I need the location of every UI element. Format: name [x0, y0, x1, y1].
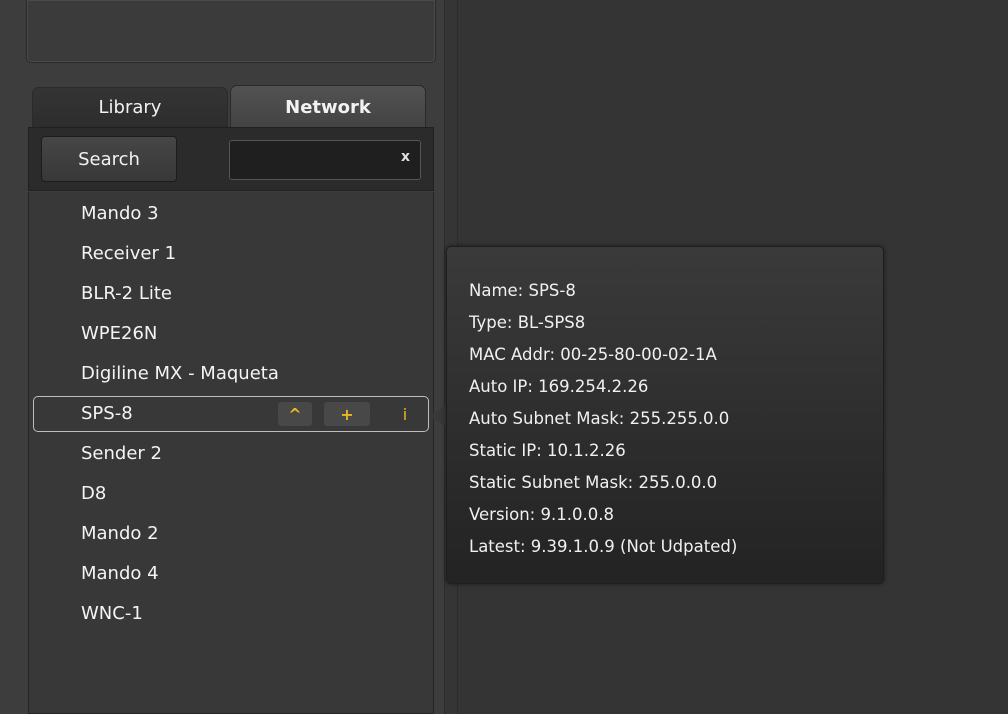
tooltip-version: Version: 9.1.0.0.8 [469, 505, 614, 524]
device-label: D8 [81, 483, 107, 504]
list-item[interactable]: Mando 4 [33, 556, 429, 592]
tab-network[interactable]: Network [230, 85, 426, 128]
tooltip-static-ip: Static IP: 10.1.2.26 [469, 441, 626, 460]
device-label: Sender 2 [81, 443, 162, 464]
tooltip-latest: Latest: 9.39.1.0.9 (Not Udpated) [469, 537, 738, 556]
device-label: Mando 3 [81, 203, 159, 224]
tooltip-content: Name: SPS-8 Type: BL-SPS8 MAC Addr: 00-2… [469, 275, 737, 563]
app-window: Library Network Search x Mando 3 Receive… [0, 0, 1008, 714]
tooltip-mac: MAC Addr: 00-25-80-00-02-1A [469, 345, 717, 364]
list-item[interactable]: Mando 3 [33, 196, 429, 232]
tab-library[interactable]: Library [32, 87, 228, 127]
device-label: Mando 4 [81, 563, 159, 584]
search-button[interactable]: Search [41, 136, 177, 182]
list-item[interactable]: D8 [33, 476, 429, 512]
info-button[interactable]: i [382, 402, 428, 426]
search-input[interactable] [236, 147, 390, 175]
tooltip-name: Name: SPS-8 [469, 281, 576, 300]
device-label: Mando 2 [81, 523, 159, 544]
move-up-button[interactable]: ^ [278, 402, 312, 426]
add-button[interactable]: + [324, 402, 370, 426]
tooltip-auto-subnet: Auto Subnet Mask: 255.255.0.0 [469, 409, 730, 428]
device-label: SPS-8 [81, 403, 133, 424]
list-item[interactable]: BLR-2 Lite [33, 276, 429, 312]
device-label: WNC-1 [81, 603, 143, 624]
device-label: Digiline MX - Maqueta [81, 363, 279, 384]
list-item-selected[interactable]: SPS-8 ^ + i [33, 396, 429, 432]
tooltip-type: Type: BL-SPS8 [469, 313, 586, 332]
device-info-tooltip: Name: SPS-8 Type: BL-SPS8 MAC Addr: 00-2… [446, 246, 884, 584]
tab-library-label: Library [98, 97, 162, 118]
tooltip-arrow [430, 404, 447, 428]
list-item[interactable]: WNC-1 [33, 596, 429, 632]
search-field: x [229, 140, 421, 180]
device-label: WPE26N [81, 323, 158, 344]
search-bar: Search x [28, 127, 434, 191]
device-label: BLR-2 Lite [81, 283, 172, 304]
top-panel-box [26, 0, 436, 63]
tooltip-auto-ip: Auto IP: 169.254.2.26 [469, 377, 649, 396]
clear-search-button[interactable]: x [401, 149, 410, 165]
list-item[interactable]: Receiver 1 [33, 236, 429, 272]
tooltip-static-subnet: Static Subnet Mask: 255.0.0.0 [469, 473, 718, 492]
tab-network-label: Network [285, 96, 371, 118]
list-item[interactable]: Digiline MX - Maqueta [33, 356, 429, 392]
search-button-label: Search [78, 148, 140, 170]
left-panel: Library Network Search x Mando 3 Receive… [0, 0, 444, 714]
device-list: Mando 3 Receiver 1 BLR-2 Lite WPE26N Dig… [28, 192, 434, 714]
list-item[interactable]: Sender 2 [33, 436, 429, 472]
list-item[interactable]: WPE26N [33, 316, 429, 352]
list-item[interactable]: Mando 2 [33, 516, 429, 552]
device-label: Receiver 1 [81, 243, 177, 264]
